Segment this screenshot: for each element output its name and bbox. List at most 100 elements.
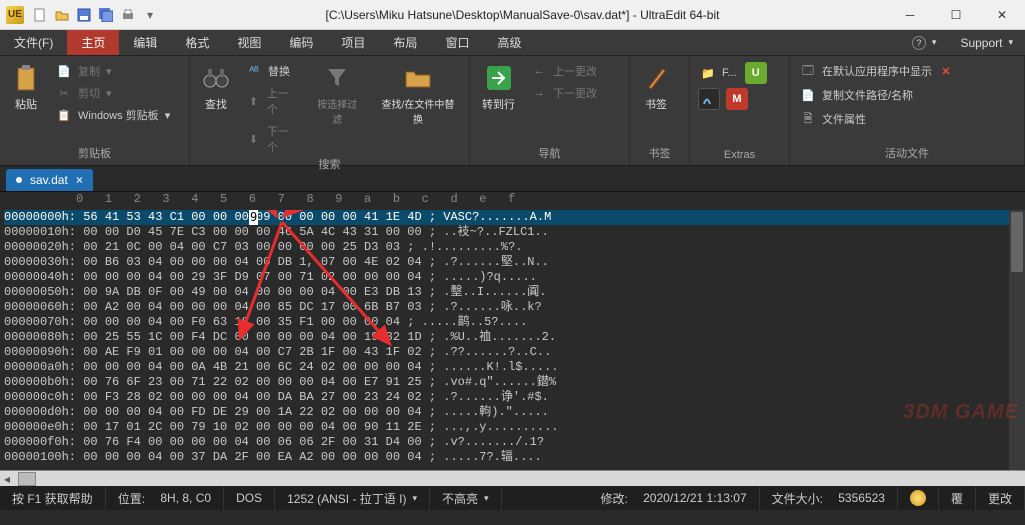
group-label: 剪贴板 — [8, 145, 181, 163]
filter-button[interactable]: 按选择过滤 — [310, 62, 365, 128]
menu-window[interactable]: 窗口 — [431, 30, 483, 55]
copy-icon: 📄 — [56, 63, 72, 79]
save-all-icon[interactable] — [98, 7, 114, 23]
goto-icon — [485, 64, 513, 92]
group-label: Extras — [698, 149, 781, 163]
funnel-icon — [323, 64, 351, 92]
menu-advanced[interactable]: 高级 — [483, 30, 535, 55]
tab-close-icon[interactable]: × — [76, 173, 83, 187]
hex-row[interactable]: 000000d0h: 00 00 00 04 00 FD DE 29 00 1A… — [4, 405, 1025, 420]
hex-row[interactable]: 00000090h: 00 AE F9 01 00 00 00 04 00 C7… — [4, 345, 1025, 360]
arrow-right-icon: → — [531, 85, 547, 101]
ribbon-group-search: 查找 ᴬᴮ替换 ⬆上一个 ⬇下一个 按选择过滤 查找/在文件中替换 搜索 — [190, 56, 470, 165]
hex-row[interactable]: 000000e0h: 00 17 01 2C 00 79 10 02 00 00… — [4, 420, 1025, 435]
cut-button[interactable]: ✂剪切 ▾ — [54, 84, 172, 102]
hex-row[interactable]: 00000010h: 00 00 D0 45 7E C3 00 00 00 46… — [4, 225, 1025, 240]
menu-bar: 文件(F) 主页 编辑 格式 视图 编码 项目 布局 窗口 高级 ? ▾ Sup… — [0, 30, 1025, 56]
vertical-scrollbar[interactable] — [1009, 210, 1025, 470]
menu-layout[interactable]: 布局 — [379, 30, 431, 55]
x-red-icon: ✕ — [938, 63, 954, 79]
folder-extras-button[interactable]: 📁F... — [698, 62, 739, 84]
menu-project[interactable]: 项目 — [327, 30, 379, 55]
help-icon: ? — [912, 36, 926, 50]
paste-button[interactable]: 粘贴 — [8, 62, 44, 114]
menu-encoding[interactable]: 编码 — [275, 30, 327, 55]
hex-row[interactable]: 00000020h: 00 21 0C 00 04 00 C7 03 00 00… — [4, 240, 1025, 255]
hex-row[interactable]: 000000c0h: 00 F3 28 02 00 00 00 04 00 DA… — [4, 390, 1025, 405]
script-icon[interactable] — [698, 88, 720, 110]
hex-row[interactable]: 00000040h: 00 00 00 04 00 29 3F D9 07 00… — [4, 270, 1025, 285]
bookmark-button[interactable]: 书签 — [638, 62, 674, 114]
folder-icon: 📁 — [700, 65, 716, 81]
tab-savdat[interactable]: sav.dat × — [6, 169, 93, 191]
new-file-icon[interactable] — [32, 7, 48, 23]
hex-row[interactable]: 00000100h: 00 00 00 04 00 37 DA 2F 00 EA… — [4, 450, 1025, 465]
menu-edit[interactable]: 编辑 — [119, 30, 171, 55]
smiley-icon — [910, 490, 926, 506]
menu-home[interactable]: 主页 — [67, 30, 119, 55]
goto-line-button[interactable]: 转到行 — [478, 62, 519, 114]
close-button[interactable]: ✕ — [979, 0, 1025, 30]
hex-row[interactable]: 00000050h: 00 9A DB 0F 00 49 00 04 00 00… — [4, 285, 1025, 300]
replace-button[interactable]: ᴬᴮ替换 — [244, 62, 300, 80]
hex-row[interactable]: 000000a0h: 00 00 00 04 00 0A 4B 21 00 6C… — [4, 360, 1025, 375]
find-next-button[interactable]: ⬇下一个 — [244, 122, 300, 156]
maximize-button[interactable]: ☐ — [933, 0, 979, 30]
modified-dot-icon — [16, 177, 22, 183]
open-file-icon[interactable] — [54, 7, 70, 23]
copy-file-path-button[interactable]: 📄复制文件路径/名称 — [798, 86, 956, 104]
status-smiley[interactable] — [898, 486, 939, 510]
prev-change-button[interactable]: ←上一更改 — [529, 62, 599, 80]
hex-editor[interactable]: 00000000h: 56 41 53 43 C1 00 00 00 09 00… — [0, 210, 1025, 470]
m-icon[interactable]: M — [726, 88, 748, 110]
print-icon[interactable] — [120, 7, 136, 23]
cut-icon: ✂ — [56, 85, 72, 101]
status-readwrite[interactable]: 更改 — [976, 486, 1025, 510]
status-position: 位置: 8H, 8, C0 — [106, 486, 224, 510]
status-encoding[interactable]: 1252 (ANSI - 拉丁语 I) ▾ — [275, 486, 430, 510]
minimize-button[interactable]: ─ — [887, 0, 933, 30]
save-icon[interactable] — [76, 7, 92, 23]
ribbon-group-activefile: 🗔 在默认应用程序中显示 ✕ 📄复制文件路径/名称 🗎文件属性 活动文件 — [790, 56, 1025, 165]
copy-button[interactable]: 📄复制 ▾ — [54, 62, 172, 80]
menu-format[interactable]: 格式 — [171, 30, 223, 55]
hex-row[interactable]: 000000b0h: 00 76 6F 23 00 71 22 02 00 00… — [4, 375, 1025, 390]
status-filesize: 文件大小: 5356523 — [760, 486, 898, 510]
arrow-left-icon: ← — [531, 63, 547, 79]
folder-search-icon — [404, 64, 432, 92]
support-link[interactable]: Support ▾ — [948, 30, 1025, 55]
status-insertmode[interactable]: 覆 — [939, 486, 976, 510]
menu-file[interactable]: 文件(F) — [0, 30, 67, 55]
find-prev-button[interactable]: ⬆上一个 — [244, 84, 300, 118]
hex-row[interactable]: 00000080h: 00 25 55 1C 00 F4 DC 00 00 00… — [4, 330, 1025, 345]
next-change-button[interactable]: →下一更改 — [529, 84, 599, 102]
file-properties-button[interactable]: 🗎文件属性 — [798, 110, 956, 128]
hex-row[interactable]: 00000060h: 00 A2 00 04 00 00 00 04 00 85… — [4, 300, 1025, 315]
hex-row[interactable]: 00000000h: 56 41 53 43 C1 00 00 00 09 00… — [4, 210, 1025, 225]
uc-icon[interactable]: U — [745, 62, 767, 84]
hex-cursor: 9 — [249, 210, 258, 225]
status-lineending[interactable]: DOS — [224, 486, 275, 510]
ribbon-group-clipboard: 粘贴 📄复制 ▾ ✂剪切 ▾ 📋Windows 剪贴板 ▾ 剪贴板 — [0, 56, 190, 165]
arrow-down-icon: ⬇ — [246, 131, 261, 147]
hex-row[interactable]: 00000070h: 00 00 00 04 00 F0 63 18 00 35… — [4, 315, 1025, 330]
menu-view[interactable]: 视图 — [223, 30, 275, 55]
ribbon: 粘贴 📄复制 ▾ ✂剪切 ▾ 📋Windows 剪贴板 ▾ 剪贴板 查找 ᴬᴮ替… — [0, 56, 1025, 166]
windows-clipboard-button[interactable]: 📋Windows 剪贴板 ▾ — [54, 106, 172, 124]
ribbon-group-bookmarks: 书签 书签 — [630, 56, 690, 165]
title-bar: UE ▾ [C:\Users\Miku Hatsune\Desktop\Manu… — [0, 0, 1025, 30]
help-dropdown[interactable]: ? ▾ — [900, 30, 949, 55]
qat-dropdown-icon[interactable]: ▾ — [142, 7, 158, 23]
status-modified: 修改: 2020/12/21 1:13:07 — [588, 486, 759, 510]
paste-icon — [12, 64, 40, 92]
hex-row[interactable]: 00000030h: 00 B6 03 04 00 00 00 04 00 DB… — [4, 255, 1025, 270]
find-in-files-button[interactable]: 查找/在文件中替换 — [375, 62, 461, 128]
hex-row[interactable]: 000000f0h: 00 76 F4 00 00 00 00 04 00 06… — [4, 435, 1025, 450]
hex-column-ruler: 0 1 2 3 4 5 6 7 8 9 a b c d e f — [0, 192, 1025, 210]
status-highlight[interactable]: 不高亮 ▾ — [430, 486, 502, 510]
pencil-icon — [642, 64, 670, 92]
find-button[interactable]: 查找 — [198, 62, 234, 114]
status-help: 按 F1 获取帮助 — [0, 486, 106, 510]
horizontal-scrollbar[interactable]: ◂ — [0, 470, 1025, 486]
open-default-app-button[interactable]: 🗔 在默认应用程序中显示 ✕ — [798, 62, 956, 80]
